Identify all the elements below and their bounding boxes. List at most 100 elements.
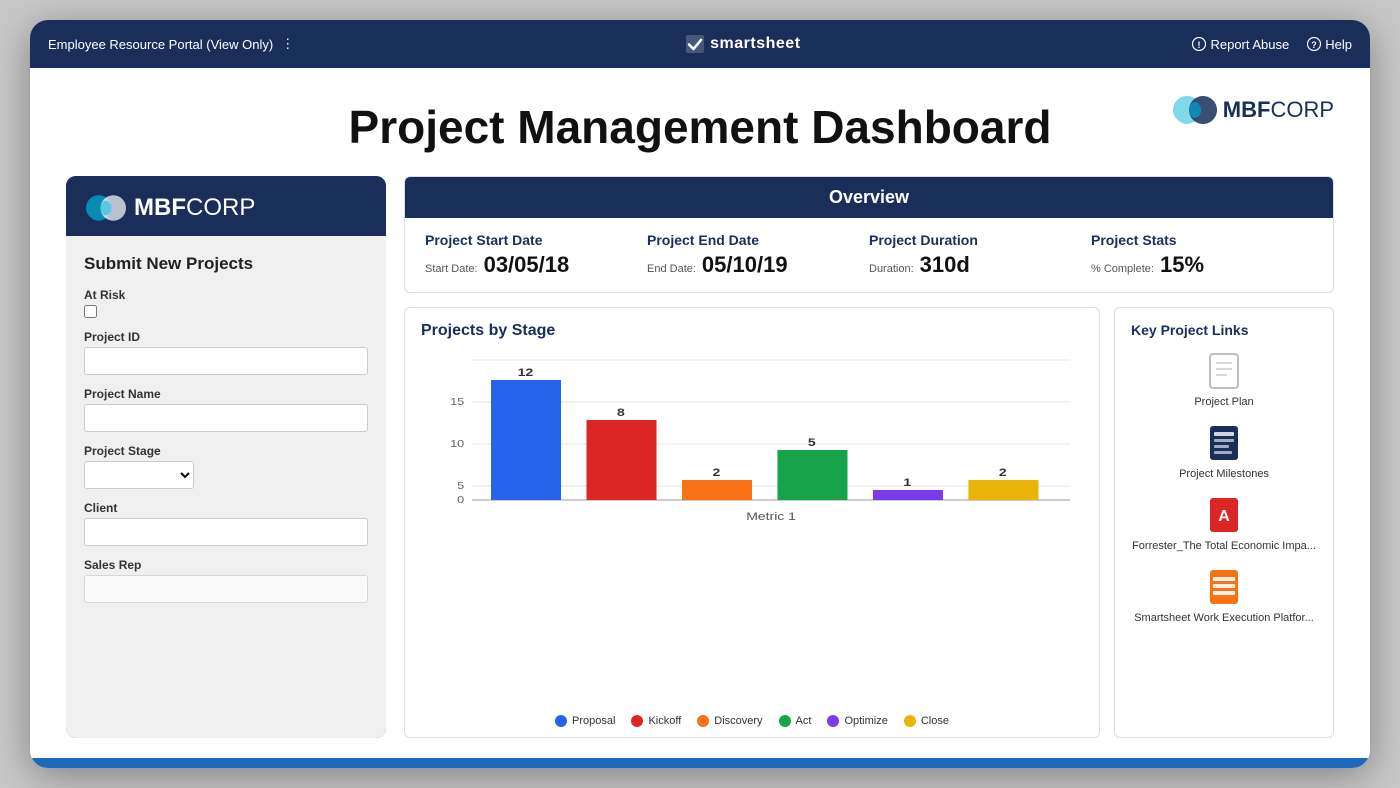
link-project-plan-icon xyxy=(1206,350,1242,392)
client-input[interactable] xyxy=(84,518,368,546)
duration-row: Duration: 310d xyxy=(869,252,1091,278)
overview-header: Overview xyxy=(405,177,1333,218)
chart-legend: Proposal Kickoff Discovery xyxy=(421,715,1083,727)
project-name-group: Project Name xyxy=(84,387,368,432)
project-stage-group: Project Stage Proposal Kickoff Discovery… xyxy=(84,444,368,489)
right-panel: Overview Project Start Date Start Date: … xyxy=(404,176,1334,738)
mbfcorp-logo-icon xyxy=(1173,96,1217,124)
legend-dot-proposal xyxy=(555,715,567,727)
legend-close: Close xyxy=(904,715,949,727)
left-panel-form: Submit New Projects At Risk Project ID P… xyxy=(66,236,386,738)
svg-text:5: 5 xyxy=(457,481,464,491)
svg-text:Metric 1: Metric 1 xyxy=(746,510,796,522)
left-panel-logo-icon xyxy=(86,195,126,221)
end-date-value: 05/10/19 xyxy=(702,252,788,278)
start-date-row: Start Date: 03/05/18 xyxy=(425,252,647,278)
start-date-sublabel: Start Date: xyxy=(425,263,478,275)
sales-rep-group: Sales Rep xyxy=(84,558,368,603)
brand-name: smartsheet xyxy=(710,35,800,53)
legend-label-close: Close xyxy=(921,715,949,727)
legend-label-proposal: Proposal xyxy=(572,715,615,727)
legend-dot-act xyxy=(779,715,791,727)
duration-block: Project Duration Duration: 310d xyxy=(869,232,1091,278)
project-id-input[interactable] xyxy=(84,347,368,375)
chart-title: Projects by Stage xyxy=(421,322,1083,340)
svg-text:5: 5 xyxy=(808,436,816,448)
report-abuse-button[interactable]: ! Report Abuse xyxy=(1192,37,1289,52)
svg-text:8: 8 xyxy=(617,406,625,418)
legend-label-discovery: Discovery xyxy=(714,715,762,727)
left-panel-brand: MBFCORP xyxy=(134,194,255,222)
main-content: Project Management Dashboard MBFCORP xyxy=(30,68,1370,758)
svg-text:2: 2 xyxy=(712,466,720,478)
link-project-milestones-icon xyxy=(1206,422,1242,464)
at-risk-checkbox[interactable] xyxy=(84,305,97,318)
help-icon: ? xyxy=(1307,37,1321,51)
sales-rep-input[interactable] xyxy=(84,575,368,603)
top-bar-dots-icon[interactable]: ⋮ xyxy=(281,36,294,52)
top-bar-center: smartsheet xyxy=(686,35,800,53)
link-project-milestones-label: Project Milestones xyxy=(1179,468,1269,480)
link-forrester-icon: A xyxy=(1206,494,1242,536)
mbfcorp-logo-top: MBFCORP xyxy=(1154,96,1334,124)
chart-card: Projects by Stage 0 xyxy=(404,307,1100,738)
end-date-block: Project End Date End Date: 05/10/19 xyxy=(647,232,869,278)
help-button[interactable]: ? Help xyxy=(1307,37,1352,52)
link-project-plan[interactable]: Project Plan xyxy=(1131,350,1317,408)
links-title: Key Project Links xyxy=(1131,322,1317,338)
svg-text:0: 0 xyxy=(457,495,464,505)
page-title-row: Project Management Dashboard MBFCORP xyxy=(66,96,1334,154)
left-panel-logo: MBFCORP xyxy=(66,176,386,236)
chart-area: 0 5 10 15 12 8 xyxy=(421,350,1083,707)
links-card: Key Project Links Pr xyxy=(1114,307,1334,738)
duration-value: 310d xyxy=(920,252,970,278)
portal-title: Employee Resource Portal (View Only) xyxy=(48,37,273,52)
link-smartsheet-label: Smartsheet Work Execution Platfor... xyxy=(1134,612,1314,624)
mbfcorp-name: MBFCORP xyxy=(1223,99,1334,121)
legend-dot-kickoff xyxy=(631,715,643,727)
top-bar-right: ! Report Abuse ? Help xyxy=(1192,37,1352,52)
start-date-value: 03/05/18 xyxy=(484,252,570,278)
project-name-label: Project Name xyxy=(84,387,368,401)
browser-frame: Employee Resource Portal (View Only) ⋮ s… xyxy=(30,20,1370,768)
left-panel: MBFCORP Submit New Projects At Risk Proj… xyxy=(66,176,386,738)
legend-optimize: Optimize xyxy=(827,715,887,727)
link-project-plan-label: Project Plan xyxy=(1194,396,1253,408)
overview-stats: Project Start Date Start Date: 03/05/18 … xyxy=(405,218,1333,292)
svg-text:!: ! xyxy=(1198,40,1201,50)
top-bar-left: Employee Resource Portal (View Only) ⋮ xyxy=(48,36,294,52)
project-stage-select[interactable]: Proposal Kickoff Discovery Act Optimize … xyxy=(84,461,194,489)
corp-light: CORP xyxy=(1270,97,1334,122)
top-bar: Employee Resource Portal (View Only) ⋮ s… xyxy=(30,20,1370,68)
start-date-label: Project Start Date xyxy=(425,232,647,248)
project-id-label: Project ID xyxy=(84,330,368,344)
start-date-block: Project Start Date Start Date: 03/05/18 xyxy=(425,232,647,278)
link-smartsheet-icon xyxy=(1206,566,1242,608)
link-smartsheet[interactable]: Smartsheet Work Execution Platfor... xyxy=(1131,566,1317,624)
duration-label: Project Duration xyxy=(869,232,1091,248)
at-risk-checkbox-row xyxy=(84,305,368,318)
svg-text:2: 2 xyxy=(999,466,1007,478)
stats-block: Project Stats % Complete: 15% xyxy=(1091,232,1313,278)
overview-card: Overview Project Start Date Start Date: … xyxy=(404,176,1334,293)
legend-proposal: Proposal xyxy=(555,715,615,727)
svg-text:10: 10 xyxy=(450,439,464,449)
legend-dot-close xyxy=(904,715,916,727)
legend-kickoff: Kickoff xyxy=(631,715,681,727)
end-date-sublabel: End Date: xyxy=(647,263,696,275)
legend-dot-discovery xyxy=(697,715,709,727)
link-project-milestones[interactable]: Project Milestones xyxy=(1131,422,1317,480)
smartsheet-checkmark-icon xyxy=(686,35,704,53)
project-name-input[interactable] xyxy=(84,404,368,432)
page-title: Project Management Dashboard xyxy=(246,96,1154,154)
legend-label-kickoff: Kickoff xyxy=(648,715,681,727)
form-section-title: Submit New Projects xyxy=(84,254,368,274)
legend-label-optimize: Optimize xyxy=(844,715,887,727)
link-forrester[interactable]: A Forrester_The Total Economic Impa... xyxy=(1131,494,1317,552)
bottom-bar xyxy=(30,758,1370,768)
svg-text:15: 15 xyxy=(450,397,464,407)
stats-row: % Complete: 15% xyxy=(1091,252,1313,278)
link-forrester-label: Forrester_The Total Economic Impa... xyxy=(1132,540,1316,552)
at-risk-group: At Risk xyxy=(84,288,368,318)
body-section: MBFCORP Submit New Projects At Risk Proj… xyxy=(66,176,1334,738)
